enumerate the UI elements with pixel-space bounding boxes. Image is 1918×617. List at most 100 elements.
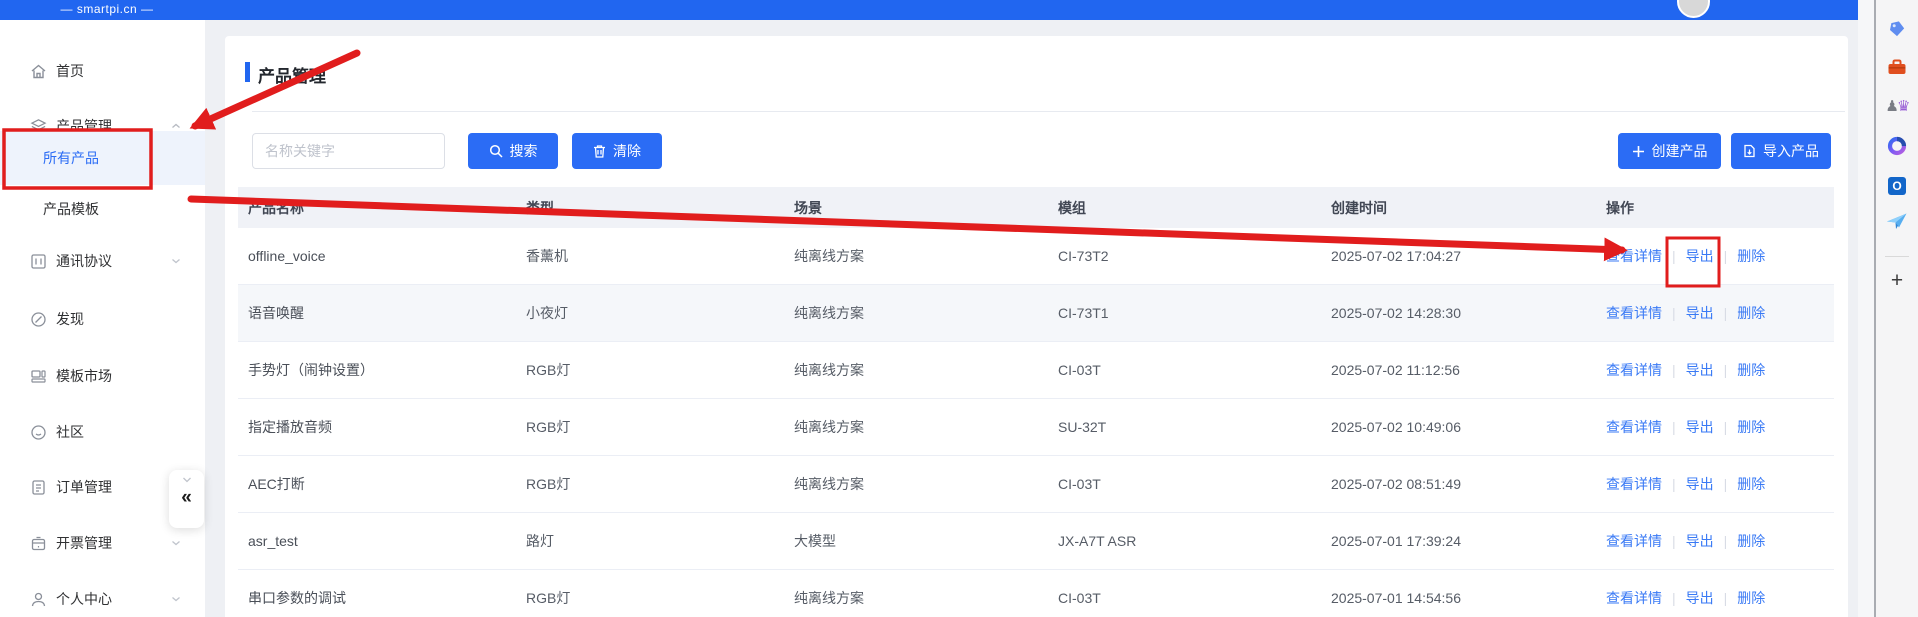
view-detail-link[interactable]: 查看详情 [1606,474,1662,494]
sidebar-item-label: 社区 [56,422,84,442]
delete-link[interactable]: 删除 [1737,303,1765,323]
sidebar-item-invoice-management[interactable]: 开票管理 [0,523,205,563]
collapse-arrows-icon: « [169,485,204,511]
product-name: 手势灯（闹钟设置） [238,360,516,380]
row-actions: 查看详情|导出|删除 [1596,588,1834,608]
add-sidebar-item-icon[interactable]: + [1876,268,1918,294]
microsoft-365-copilot-icon[interactable] [1876,133,1918,159]
document-icon [30,479,47,496]
product-type: 路灯 [516,531,784,551]
product-name: offline_voice [238,248,516,264]
created-time: 2025-07-02 11:12:56 [1321,362,1596,378]
browser-scrollbar[interactable] [1858,0,1874,617]
product-type: RGB灯 [516,588,784,608]
sidebar-item-label: 发现 [56,309,84,329]
delete-link[interactable]: 删除 [1737,360,1765,380]
table-row: 指定播放音频 RGB灯 纯离线方案 SU-32T 2025-07-02 10:4… [238,399,1834,456]
search-button[interactable]: 搜索 [468,133,558,169]
view-detail-link[interactable]: 查看详情 [1606,360,1662,380]
sidebar-item-label: 首页 [56,61,84,81]
layout-grid-icon [30,368,47,385]
games-chess-icon[interactable]: ♟♛ [1876,93,1918,119]
export-link[interactable]: 导出 [1686,360,1714,380]
created-time: 2025-07-01 14:54:56 [1321,590,1596,606]
table-row: 串口参数的调试 RGB灯 纯离线方案 CI-03T 2025-07-01 14:… [238,570,1834,617]
product-scene: 纯离线方案 [784,360,1048,380]
view-detail-link[interactable]: 查看详情 [1606,531,1662,551]
delete-link[interactable]: 删除 [1737,246,1765,266]
product-module: CI-03T [1048,590,1321,606]
sidebar-item-personal-center[interactable]: 个人中心 [0,579,205,617]
chevron-down-icon [170,593,182,605]
chevron-down-icon [170,537,182,549]
sidebar-collapse-button[interactable]: « [169,470,204,528]
sidebar-item-communication-protocol[interactable]: 通讯协议 [0,241,205,281]
export-link[interactable]: 导出 [1686,474,1714,494]
clear-button[interactable]: 清除 [572,133,662,169]
person-icon [30,591,47,608]
toolbox-icon[interactable] [1876,54,1918,80]
table-row: 手势灯（闹钟设置） RGB灯 纯离线方案 CI-03T 2025-07-02 1… [238,342,1834,399]
export-link[interactable]: 导出 [1686,417,1714,437]
sidebar-item-template-market[interactable]: 模板市场 [0,356,205,396]
view-detail-link[interactable]: 查看详情 [1606,417,1662,437]
table-row: 语音唤醒 小夜灯 纯离线方案 CI-73T1 2025-07-02 14:28:… [238,285,1834,342]
delete-link[interactable]: 删除 [1737,417,1765,437]
product-type: 小夜灯 [516,303,784,323]
product-module: CI-73T2 [1048,248,1321,264]
export-link[interactable]: 导出 [1686,303,1714,323]
view-detail-link[interactable]: 查看详情 [1606,246,1662,266]
invoice-box-icon [30,535,47,552]
export-link[interactable]: 导出 [1686,246,1714,266]
title-divider [252,111,1845,112]
table-row: asr_test 路灯 大模型 JX-A7T ASR 2025-07-01 17… [238,513,1834,570]
compass-icon [30,311,47,328]
view-detail-link[interactable]: 查看详情 [1606,588,1662,608]
import-product-button[interactable]: 导入产品 [1731,133,1831,169]
delete-link[interactable]: 删除 [1737,531,1765,551]
smiley-icon [30,424,47,441]
trash-icon [593,144,606,158]
table-row: offline_voice 香薰机 纯离线方案 CI-73T2 2025-07-… [238,228,1834,285]
table-header-row: 产品名称 类型 场景 模组 创建时间 操作 [238,187,1834,228]
row-actions: 查看详情|导出|删除 [1596,303,1834,323]
export-link[interactable]: 导出 [1686,588,1714,608]
created-time: 2025-07-02 17:04:27 [1321,248,1596,264]
shopping-tag-icon[interactable] [1876,16,1918,42]
product-scene: 纯离线方案 [784,303,1048,323]
row-actions: 查看详情|导出|删除 [1596,417,1834,437]
delete-link[interactable]: 删除 [1737,474,1765,494]
product-module: JX-A7T ASR [1048,533,1321,549]
product-name: 串口参数的调试 [238,588,516,608]
sidebar-item-label: 个人中心 [56,589,112,609]
product-module: CI-73T1 [1048,305,1321,321]
sidebar-item-community[interactable]: 社区 [0,412,205,452]
sidebar-item-all-products[interactable]: 所有产品 [0,131,205,185]
column-header: 创建时间 [1321,198,1596,218]
product-name: 指定播放音频 [238,417,516,437]
paper-plane-icon[interactable] [1876,209,1918,235]
created-time: 2025-07-02 10:49:06 [1321,419,1596,435]
outlook-icon[interactable]: O [1876,173,1918,199]
created-time: 2025-07-02 14:28:30 [1321,305,1596,321]
product-scene: 大模型 [784,531,1048,551]
search-input[interactable] [252,133,445,169]
row-actions: 查看详情|导出|删除 [1596,246,1834,266]
strip-divider [1885,256,1909,257]
product-module: SU-32T [1048,419,1321,435]
brand-logo: — smartpi.cn — [0,0,214,20]
chevron-down-icon [170,255,182,267]
view-detail-link[interactable]: 查看详情 [1606,303,1662,323]
sidebar-item-discover[interactable]: 发现 [0,299,205,339]
product-scene: 纯离线方案 [784,246,1048,266]
table-row: AEC打断 RGB灯 纯离线方案 CI-03T 2025-07-02 08:51… [238,456,1834,513]
browser-sidebar-strip: ♟♛ O + [1876,0,1918,617]
export-link[interactable]: 导出 [1686,531,1714,551]
column-header: 产品名称 [238,198,516,218]
create-product-button[interactable]: 创建产品 [1618,133,1721,169]
delete-link[interactable]: 删除 [1737,588,1765,608]
sidebar-item-home[interactable]: 首页 [0,51,205,91]
sidebar-item-label: 产品模板 [43,199,99,219]
sidebar-item-product-templates[interactable]: 产品模板 [0,189,205,229]
row-actions: 查看详情|导出|删除 [1596,474,1834,494]
